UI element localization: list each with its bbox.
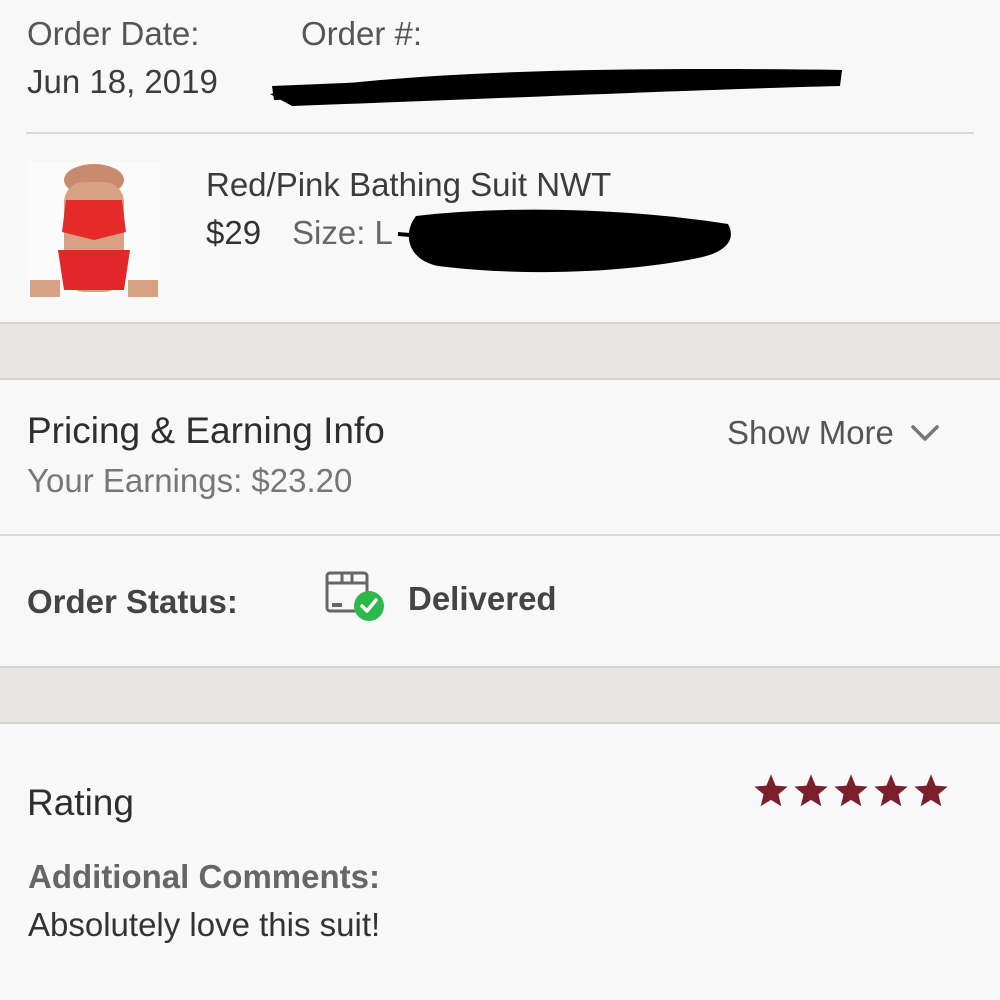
additional-comments-label: Additional Comments:: [28, 858, 380, 895]
chevron-down-icon: [911, 425, 939, 441]
item-thumbnail[interactable]: [28, 162, 160, 297]
section-separator: [0, 322, 1000, 380]
star-icon: [754, 774, 788, 807]
pricing-title: Pricing & Earning Info: [27, 410, 385, 451]
order-status-label: Order Status:: [27, 583, 238, 620]
order-date-label: Order Date:: [27, 15, 200, 52]
order-number-label: Order #:: [301, 15, 423, 52]
rating-title: Rating: [27, 782, 134, 823]
package-delivered-icon: [325, 571, 384, 621]
section-separator-2: [0, 666, 1000, 724]
order-header: Order Date: Jun 18, 2019 Order #:: [0, 0, 1000, 134]
order-details-page: Order Date: Jun 18, 2019 Order #: Red/Pi…: [0, 0, 1000, 1000]
rating-stars: [752, 772, 950, 810]
comment-text: Absolutely love this suit!: [28, 906, 381, 943]
header-divider: [26, 132, 974, 134]
order-date-value: Jun 18, 2019: [27, 63, 218, 100]
item-size: Size: L: [292, 214, 393, 251]
star-icon: [914, 774, 948, 807]
show-more-button[interactable]: Show More: [727, 414, 940, 452]
star-icon: [874, 774, 908, 807]
earnings-text: Your Earnings: $23.20: [27, 462, 353, 499]
item-title[interactable]: Red/Pink Bathing Suit NWT: [206, 166, 611, 204]
order-number-redaction: [270, 69, 842, 106]
item-price: $29: [206, 214, 262, 251]
star-icon: [834, 774, 868, 807]
pricing-divider: [0, 534, 1000, 536]
star-icon: [794, 774, 828, 807]
order-status-value: Delivered: [408, 580, 557, 617]
item-size-redaction: [398, 209, 731, 273]
order-status-section: Order Status: Delivered: [0, 537, 1000, 665]
show-more-label: Show More: [727, 414, 894, 451]
pricing-section: Pricing & Earning Info Your Earnings: $2…: [0, 380, 1000, 534]
